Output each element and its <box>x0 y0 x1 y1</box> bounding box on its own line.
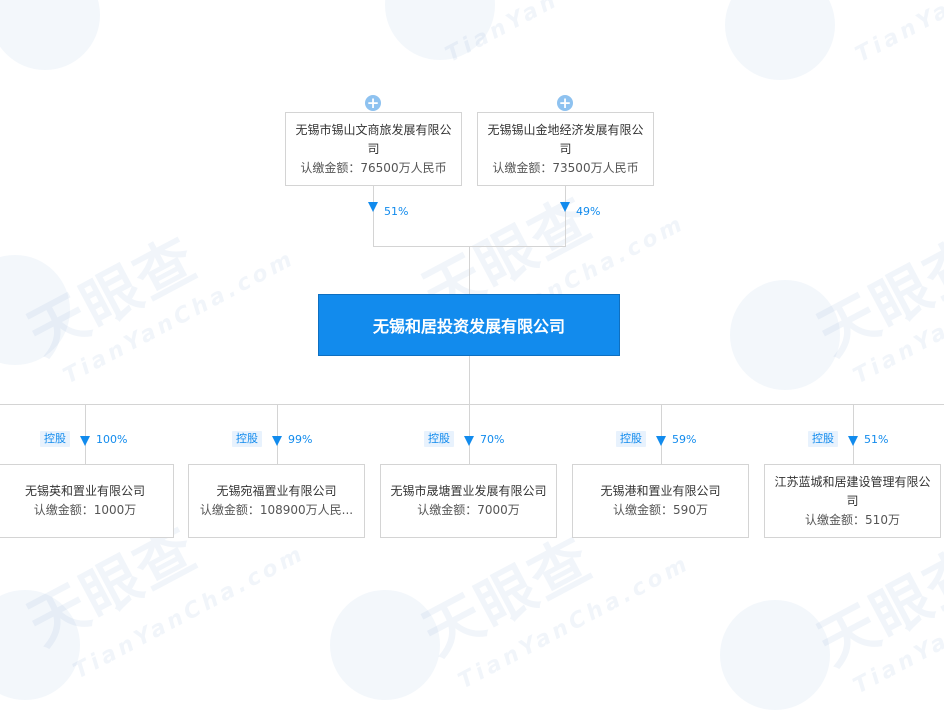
subsidiary-amount: 认缴金额：590万 <box>613 503 708 517</box>
share-percent: 49% <box>576 205 601 218</box>
main-company-name: 无锡和居投资发展有限公司 <box>372 317 565 336</box>
arrow-down-icon <box>560 202 570 212</box>
share-percent: 59% <box>672 433 697 446</box>
subsidiary-name: 江苏蓝城和居建设管理有限公司 <box>774 474 931 508</box>
arrow-down-icon <box>848 436 858 446</box>
shareholder-node[interactable]: 无锡锡山金地经济发展有限公司 认缴金额：73500万人民币 <box>477 112 654 186</box>
subsidiary-name: 无锡英和置业有限公司 <box>24 484 145 498</box>
share-percent: 100% <box>96 433 128 446</box>
holding-tag: 控股 <box>40 431 70 447</box>
plus-circle-icon[interactable]: + <box>365 95 381 111</box>
subsidiary-node[interactable]: 无锡英和置业有限公司 认缴金额：1000万 <box>0 464 174 538</box>
holding-tag: 控股 <box>232 431 262 447</box>
subsidiary-node[interactable]: 无锡港和置业有限公司 认缴金额：590万 <box>572 464 749 538</box>
subsidiary-amount: 认缴金额：510万 <box>805 512 900 527</box>
plus-circle-icon[interactable]: + <box>557 95 573 111</box>
shareholder-node[interactable]: 无锡市锡山文商旅发展有限公司 认缴金额：76500万人民币 <box>285 112 462 186</box>
share-percent: 51% <box>864 433 889 446</box>
shareholder-name: 无锡市锡山文商旅发展有限公司 <box>295 122 452 156</box>
holding-tag: 控股 <box>424 431 454 447</box>
subsidiary-amount: 认缴金额：108900万人民... <box>199 503 354 517</box>
shareholder-name: 无锡锡山金地经济发展有限公司 <box>487 122 644 156</box>
subsidiary-name: 无锡港和置业有限公司 <box>600 484 721 498</box>
arrow-down-icon <box>368 202 378 212</box>
main-company-node[interactable]: 无锡和居投资发展有限公司 <box>318 294 620 356</box>
share-percent: 51% <box>384 205 409 218</box>
holding-tag: 控股 <box>616 431 646 447</box>
share-percent: 70% <box>480 433 505 446</box>
subsidiary-node[interactable]: 无锡宛福置业有限公司 认缴金额：108900万人民... <box>188 464 365 538</box>
subsidiary-amount: 认缴金额：7000万 <box>417 503 520 517</box>
shareholder-amount: 认缴金额：73500万人民币 <box>492 160 639 175</box>
arrow-down-icon <box>272 436 282 446</box>
arrow-down-icon <box>464 436 474 446</box>
arrow-down-icon <box>656 436 666 446</box>
subsidiary-node[interactable]: 江苏蓝城和居建设管理有限公司 认缴金额：510万 <box>764 464 941 538</box>
holding-tag: 控股 <box>808 431 838 447</box>
subsidiary-name: 无锡市晟塘置业发展有限公司 <box>390 484 547 498</box>
share-percent: 99% <box>288 433 313 446</box>
subsidiary-node[interactable]: 无锡市晟塘置业发展有限公司 认缴金额：7000万 <box>380 464 557 538</box>
subsidiary-name: 无锡宛福置业有限公司 <box>216 484 337 498</box>
subsidiary-amount: 认缴金额：1000万 <box>33 503 137 517</box>
arrow-down-icon <box>80 436 90 446</box>
shareholder-amount: 认缴金额：76500万人民币 <box>300 160 447 175</box>
